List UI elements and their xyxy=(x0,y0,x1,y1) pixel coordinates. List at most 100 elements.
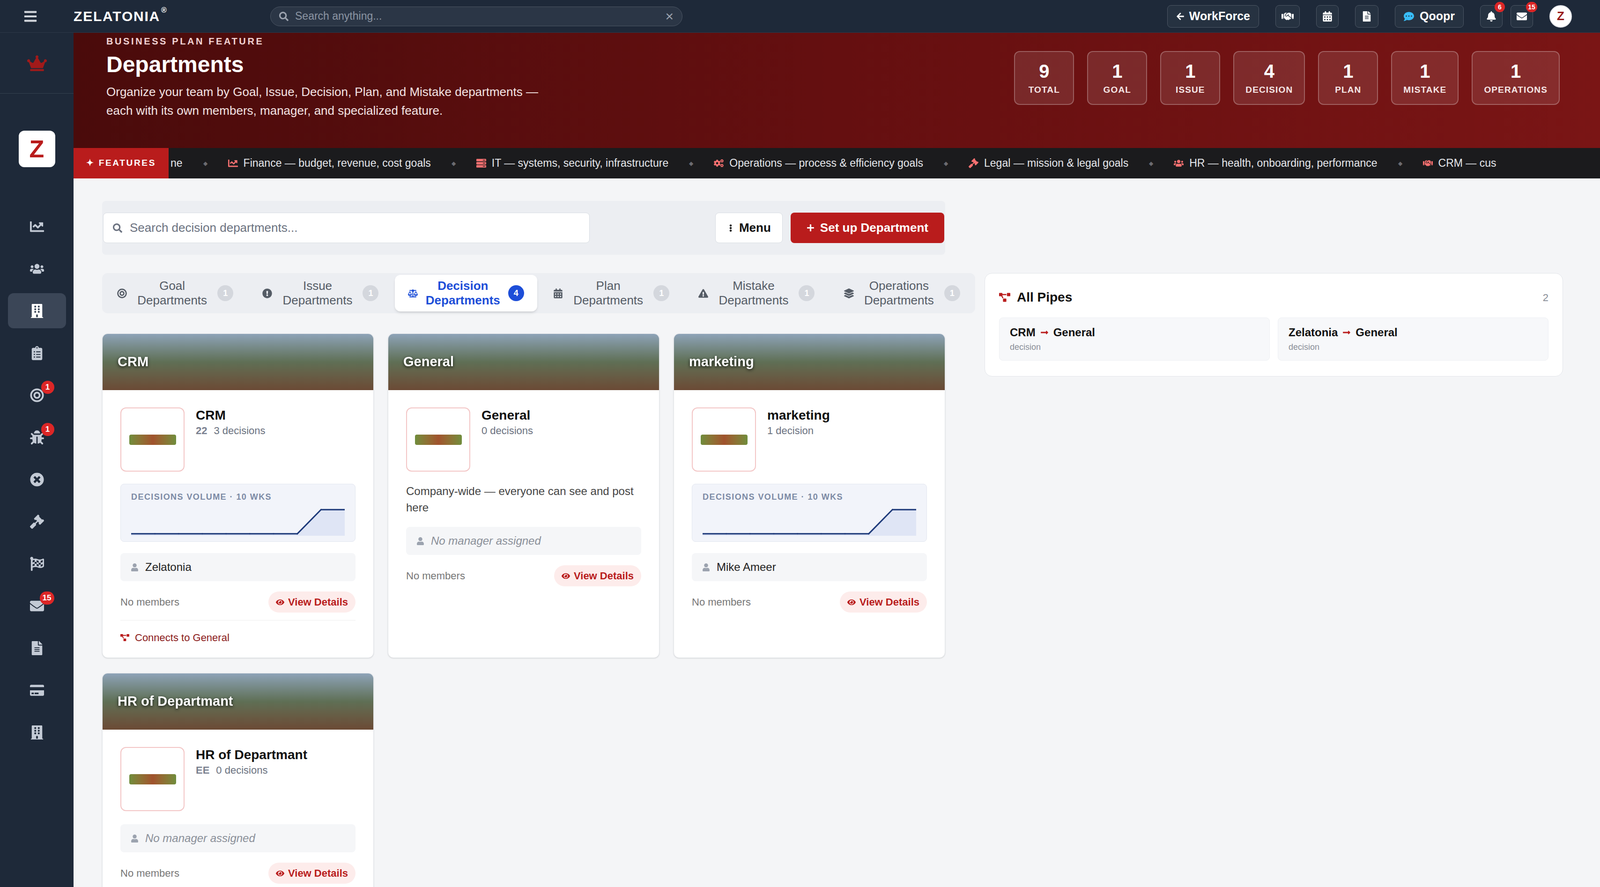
sidebar-item[interactable]: 15 xyxy=(7,588,67,624)
stat-card: 1MISTAKE xyxy=(1391,51,1459,105)
global-search-input[interactable] xyxy=(295,7,659,25)
department-tab[interactable]: Mistake Departments1 xyxy=(685,274,828,312)
logo[interactable]: ZELATONIA® xyxy=(73,9,271,24)
sidebar-item[interactable] xyxy=(7,630,67,666)
calendar-icon xyxy=(1322,11,1333,22)
sidebar-item[interactable] xyxy=(7,714,67,750)
arrow-right-icon xyxy=(1040,328,1049,337)
department-search-input[interactable] xyxy=(129,218,580,238)
user-icon xyxy=(702,563,711,572)
view-details-button[interactable]: View Details xyxy=(268,862,356,884)
card-banner: HR of Departmant xyxy=(102,673,374,730)
view-details-button[interactable]: View Details xyxy=(839,591,927,613)
sidebar-item[interactable] xyxy=(7,293,67,329)
partners-button[interactable] xyxy=(1275,5,1300,28)
analytics-icon xyxy=(29,219,45,234)
department-logo xyxy=(120,407,185,472)
envelope-icon xyxy=(1516,11,1527,22)
department-card[interactable]: CRMCRM223 decisionsDECISIONS VOLUME · 10… xyxy=(102,333,374,659)
pipe-item[interactable]: ZelatoniaGeneraldecision xyxy=(1277,317,1549,361)
user-avatar[interactable]: Z xyxy=(1549,5,1572,28)
workforce-button[interactable]: WorkForce xyxy=(1167,5,1260,28)
app: ZELATONIA® × WorkForce Qoopr 6 15 Z Z 1 1 15 BUSINE… xyxy=(0,0,1600,887)
handshake-icon xyxy=(1281,10,1294,23)
setup-department-button[interactable]: Set up Department xyxy=(790,212,945,244)
department-search[interactable] xyxy=(103,212,590,244)
sidebar-item[interactable] xyxy=(7,208,67,245)
department-name: General xyxy=(481,407,534,424)
sidebar: Z 1 1 15 xyxy=(0,32,74,887)
ticker-item: Legal — mission & legal goals xyxy=(968,155,1129,172)
connection-row[interactable]: Connects to General xyxy=(120,620,356,646)
department-subtitle: 1 decision xyxy=(767,424,830,438)
menu-icon[interactable] xyxy=(23,9,38,24)
sidebar-item[interactable]: 1 xyxy=(7,377,67,413)
stat-card: 4DECISION xyxy=(1233,51,1305,105)
department-card[interactable]: GeneralGeneral0 decisionsCompany-wide — … xyxy=(387,333,660,659)
view-details-button[interactable]: View Details xyxy=(268,591,356,613)
decisions-volume: DECISIONS VOLUME · 10 WKS xyxy=(120,483,356,542)
brand-logo[interactable]: Z xyxy=(18,130,56,168)
people-icon xyxy=(29,261,45,276)
qoopr-button[interactable]: Qoopr xyxy=(1394,5,1464,28)
department-cards: CRMCRM223 decisionsDECISIONS VOLUME · 10… xyxy=(102,333,946,887)
decision-icon xyxy=(407,288,418,299)
documents-button[interactable] xyxy=(1355,5,1379,28)
sidebar-item[interactable] xyxy=(7,461,67,497)
department-tab[interactable]: Goal Departments1 xyxy=(103,274,247,312)
sidebar-item[interactable]: 1 xyxy=(7,419,67,455)
global-search[interactable]: × xyxy=(270,6,683,27)
ticker-item: ne xyxy=(170,155,183,172)
count-badge: 15 xyxy=(39,591,55,605)
count-badge: 1 xyxy=(41,380,55,394)
department-card[interactable]: HR of DepartmantHR of DepartmantEE0 deci… xyxy=(102,673,374,887)
milestones-icon xyxy=(29,556,45,571)
header-eyebrow: BUSINESS PLAN FEATURE xyxy=(106,35,556,47)
members-label: No members xyxy=(691,594,751,610)
sidebar-item[interactable] xyxy=(7,546,67,582)
menu-button[interactable]: Menu xyxy=(715,212,783,244)
operations-icon xyxy=(844,288,854,299)
ticker-item: HR — health, onboarding, performance xyxy=(1173,155,1378,172)
sidebar-item[interactable] xyxy=(7,335,67,371)
documents-icon xyxy=(29,641,45,656)
main-area: BUSINESS PLAN FEATUREDepartmentsOrganize… xyxy=(73,32,1600,887)
header-description: Organize your team by Goal, Issue, Decis… xyxy=(106,82,556,120)
department-logo xyxy=(691,407,756,472)
search-icon xyxy=(112,223,123,233)
department-tab[interactable]: Decision Departments4 xyxy=(394,274,538,312)
department-name: CRM xyxy=(195,407,266,424)
view-details-button[interactable]: View Details xyxy=(554,565,642,587)
finance-icon xyxy=(228,158,238,169)
department-tab[interactable]: Operations Departments1 xyxy=(830,274,974,312)
arrow-left-icon xyxy=(1176,12,1185,21)
sidebar-item[interactable] xyxy=(7,503,67,540)
notifications-button[interactable]: 6 xyxy=(1480,5,1503,28)
pipe-item[interactable]: CRMGeneraldecision xyxy=(999,317,1270,361)
eye-icon xyxy=(275,598,285,607)
messages-button[interactable]: 15 xyxy=(1510,5,1534,28)
department-card[interactable]: marketingmarketing1 decisionDECISIONS VO… xyxy=(673,333,946,659)
issue-icon xyxy=(262,288,273,299)
ticker-separator: ◆ xyxy=(688,159,694,168)
page-header: BUSINESS PLAN FEATUREDepartmentsOrganize… xyxy=(73,32,1600,149)
department-subtitle: EE0 decisions xyxy=(195,763,308,778)
goal-icon xyxy=(117,288,127,299)
sidebar-item[interactable] xyxy=(7,251,67,287)
department-tab[interactable]: Issue Departments1 xyxy=(249,274,392,312)
department-tab[interactable]: Plan Departments1 xyxy=(540,274,683,312)
department-tabs: Goal Departments1Issue Departments1Decis… xyxy=(102,273,976,314)
user-icon xyxy=(130,834,139,843)
search-icon xyxy=(279,11,289,22)
count-badge: 1 xyxy=(41,422,55,437)
plan-icon xyxy=(553,288,563,299)
manager-row: Zelatonia xyxy=(120,553,356,582)
all-pipes-panel: All Pipes2CRMGeneraldecisionZelatoniaGen… xyxy=(984,273,1563,377)
members-label: No members xyxy=(120,594,180,610)
manager-row: No manager assigned xyxy=(120,824,356,853)
calendar-button[interactable] xyxy=(1316,5,1339,28)
stat-card: 1PLAN xyxy=(1318,51,1378,105)
manager-row: No manager assigned xyxy=(406,526,642,556)
sidebar-item[interactable] xyxy=(7,672,67,708)
clear-search-button[interactable]: × xyxy=(665,9,674,24)
